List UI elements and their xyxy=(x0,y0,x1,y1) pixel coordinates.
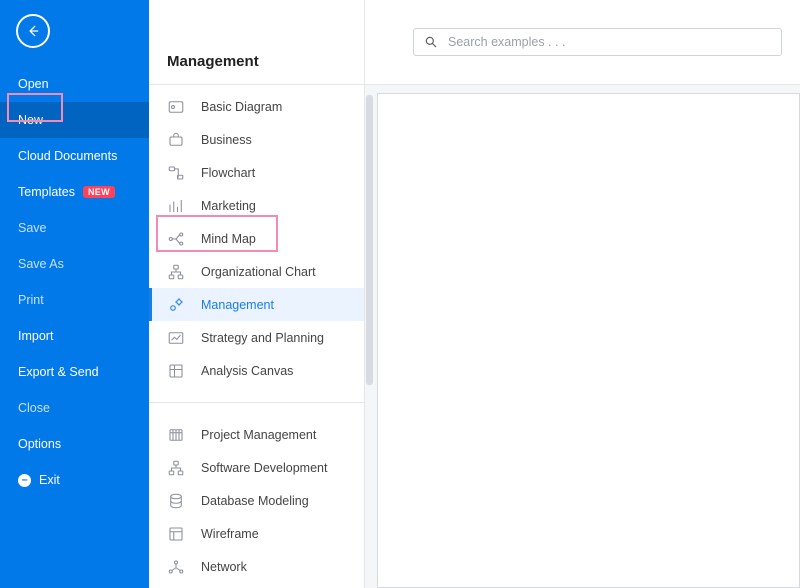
side-item-open[interactable]: Open xyxy=(0,66,149,102)
side-item-import[interactable]: Import xyxy=(0,318,149,354)
side-label: Open xyxy=(18,77,49,91)
flowchart-icon xyxy=(167,164,185,182)
software-icon xyxy=(167,459,185,477)
side-item-close[interactable]: Close xyxy=(0,390,149,426)
side-item-templates[interactable]: Templates NEW xyxy=(0,174,149,210)
cat-label: Business xyxy=(201,133,252,147)
cat-label: Network xyxy=(201,560,247,574)
side-label: Cloud Documents xyxy=(18,149,117,163)
cat-label: Flowchart xyxy=(201,166,255,180)
minus-circle-icon: – xyxy=(18,474,31,487)
management-icon xyxy=(167,296,185,314)
business-icon xyxy=(167,131,185,149)
org-chart-icon xyxy=(167,263,185,281)
cat-business[interactable]: Business xyxy=(149,123,364,156)
side-item-save-as[interactable]: Save As xyxy=(0,246,149,282)
side-label: Close xyxy=(18,401,50,415)
cat-management[interactable]: Management xyxy=(149,288,364,321)
search-bar-row xyxy=(365,0,800,84)
side-item-options[interactable]: Options xyxy=(0,426,149,462)
search-icon xyxy=(424,35,438,49)
cat-label: Mind Map xyxy=(201,232,256,246)
cat-label: Basic Diagram xyxy=(201,100,282,114)
category-divider xyxy=(149,402,364,403)
side-label: Import xyxy=(18,329,53,343)
cat-marketing[interactable]: Marketing xyxy=(149,189,364,222)
arrow-left-icon xyxy=(26,24,40,38)
database-icon xyxy=(167,492,185,510)
cat-label: Software Development xyxy=(201,461,327,475)
blank-template-card[interactable] xyxy=(377,93,800,588)
category-list-secondary: Project Management Software Development … xyxy=(149,413,364,588)
network-icon xyxy=(167,558,185,576)
cat-label: Strategy and Planning xyxy=(201,331,324,345)
cat-label: Wireframe xyxy=(201,527,259,541)
side-label: Options xyxy=(18,437,61,451)
preview-panel xyxy=(365,0,800,588)
template-preview-area xyxy=(365,85,800,588)
mind-map-icon xyxy=(167,230,185,248)
cat-label: Management xyxy=(201,298,274,312)
new-badge: NEW xyxy=(83,186,115,198)
category-header: Management xyxy=(149,0,364,84)
cat-label: Analysis Canvas xyxy=(201,364,293,378)
strategy-icon xyxy=(167,329,185,347)
template-category-panel: Management Basic Diagram Business Flowch… xyxy=(149,0,365,588)
cat-database[interactable]: Database Modeling xyxy=(149,484,364,517)
side-label: Print xyxy=(18,293,44,307)
cat-label: Marketing xyxy=(201,199,256,213)
basic-diagram-icon xyxy=(167,98,185,116)
cat-label: Database Modeling xyxy=(201,494,309,508)
search-input[interactable] xyxy=(448,35,771,49)
side-label: Save xyxy=(18,221,47,235)
search-box[interactable] xyxy=(413,28,782,56)
analysis-icon xyxy=(167,362,185,380)
cat-network[interactable]: Network xyxy=(149,550,364,583)
cat-software-dev[interactable]: Software Development xyxy=(149,451,364,484)
category-list-primary: Basic Diagram Business Flowchart Marketi… xyxy=(149,85,364,392)
cat-basic-diagram[interactable]: Basic Diagram xyxy=(149,90,364,123)
marketing-icon xyxy=(167,197,185,215)
side-item-new[interactable]: New xyxy=(0,102,149,138)
cat-label: Project Management xyxy=(201,428,316,442)
side-item-cloud-documents[interactable]: Cloud Documents xyxy=(0,138,149,174)
cat-analysis[interactable]: Analysis Canvas xyxy=(149,354,364,387)
cat-wireframe[interactable]: Wireframe xyxy=(149,517,364,550)
cat-project-management[interactable]: Project Management xyxy=(149,418,364,451)
side-label: Save As xyxy=(18,257,64,271)
cat-org-chart[interactable]: Organizational Chart xyxy=(149,255,364,288)
category-title: Management xyxy=(167,53,259,70)
project-icon xyxy=(167,426,185,444)
side-label: Exit xyxy=(39,473,60,487)
cat-label: Organizational Chart xyxy=(201,265,316,279)
side-item-print[interactable]: Print xyxy=(0,282,149,318)
cat-mind-map[interactable]: Mind Map xyxy=(149,222,364,255)
wireframe-icon xyxy=(167,525,185,543)
file-menu-sidebar: Open New Cloud Documents Templates NEW S… xyxy=(0,0,149,588)
scrollbar[interactable] xyxy=(366,95,373,385)
side-label: New xyxy=(18,113,43,127)
back-button[interactable] xyxy=(16,14,50,48)
side-item-save[interactable]: Save xyxy=(0,210,149,246)
side-item-exit[interactable]: – Exit xyxy=(0,462,149,498)
side-item-export-send[interactable]: Export & Send xyxy=(0,354,149,390)
side-label: Export & Send xyxy=(18,365,99,379)
side-label: Templates xyxy=(18,185,75,199)
cat-strategy[interactable]: Strategy and Planning xyxy=(149,321,364,354)
cat-flowchart[interactable]: Flowchart xyxy=(149,156,364,189)
